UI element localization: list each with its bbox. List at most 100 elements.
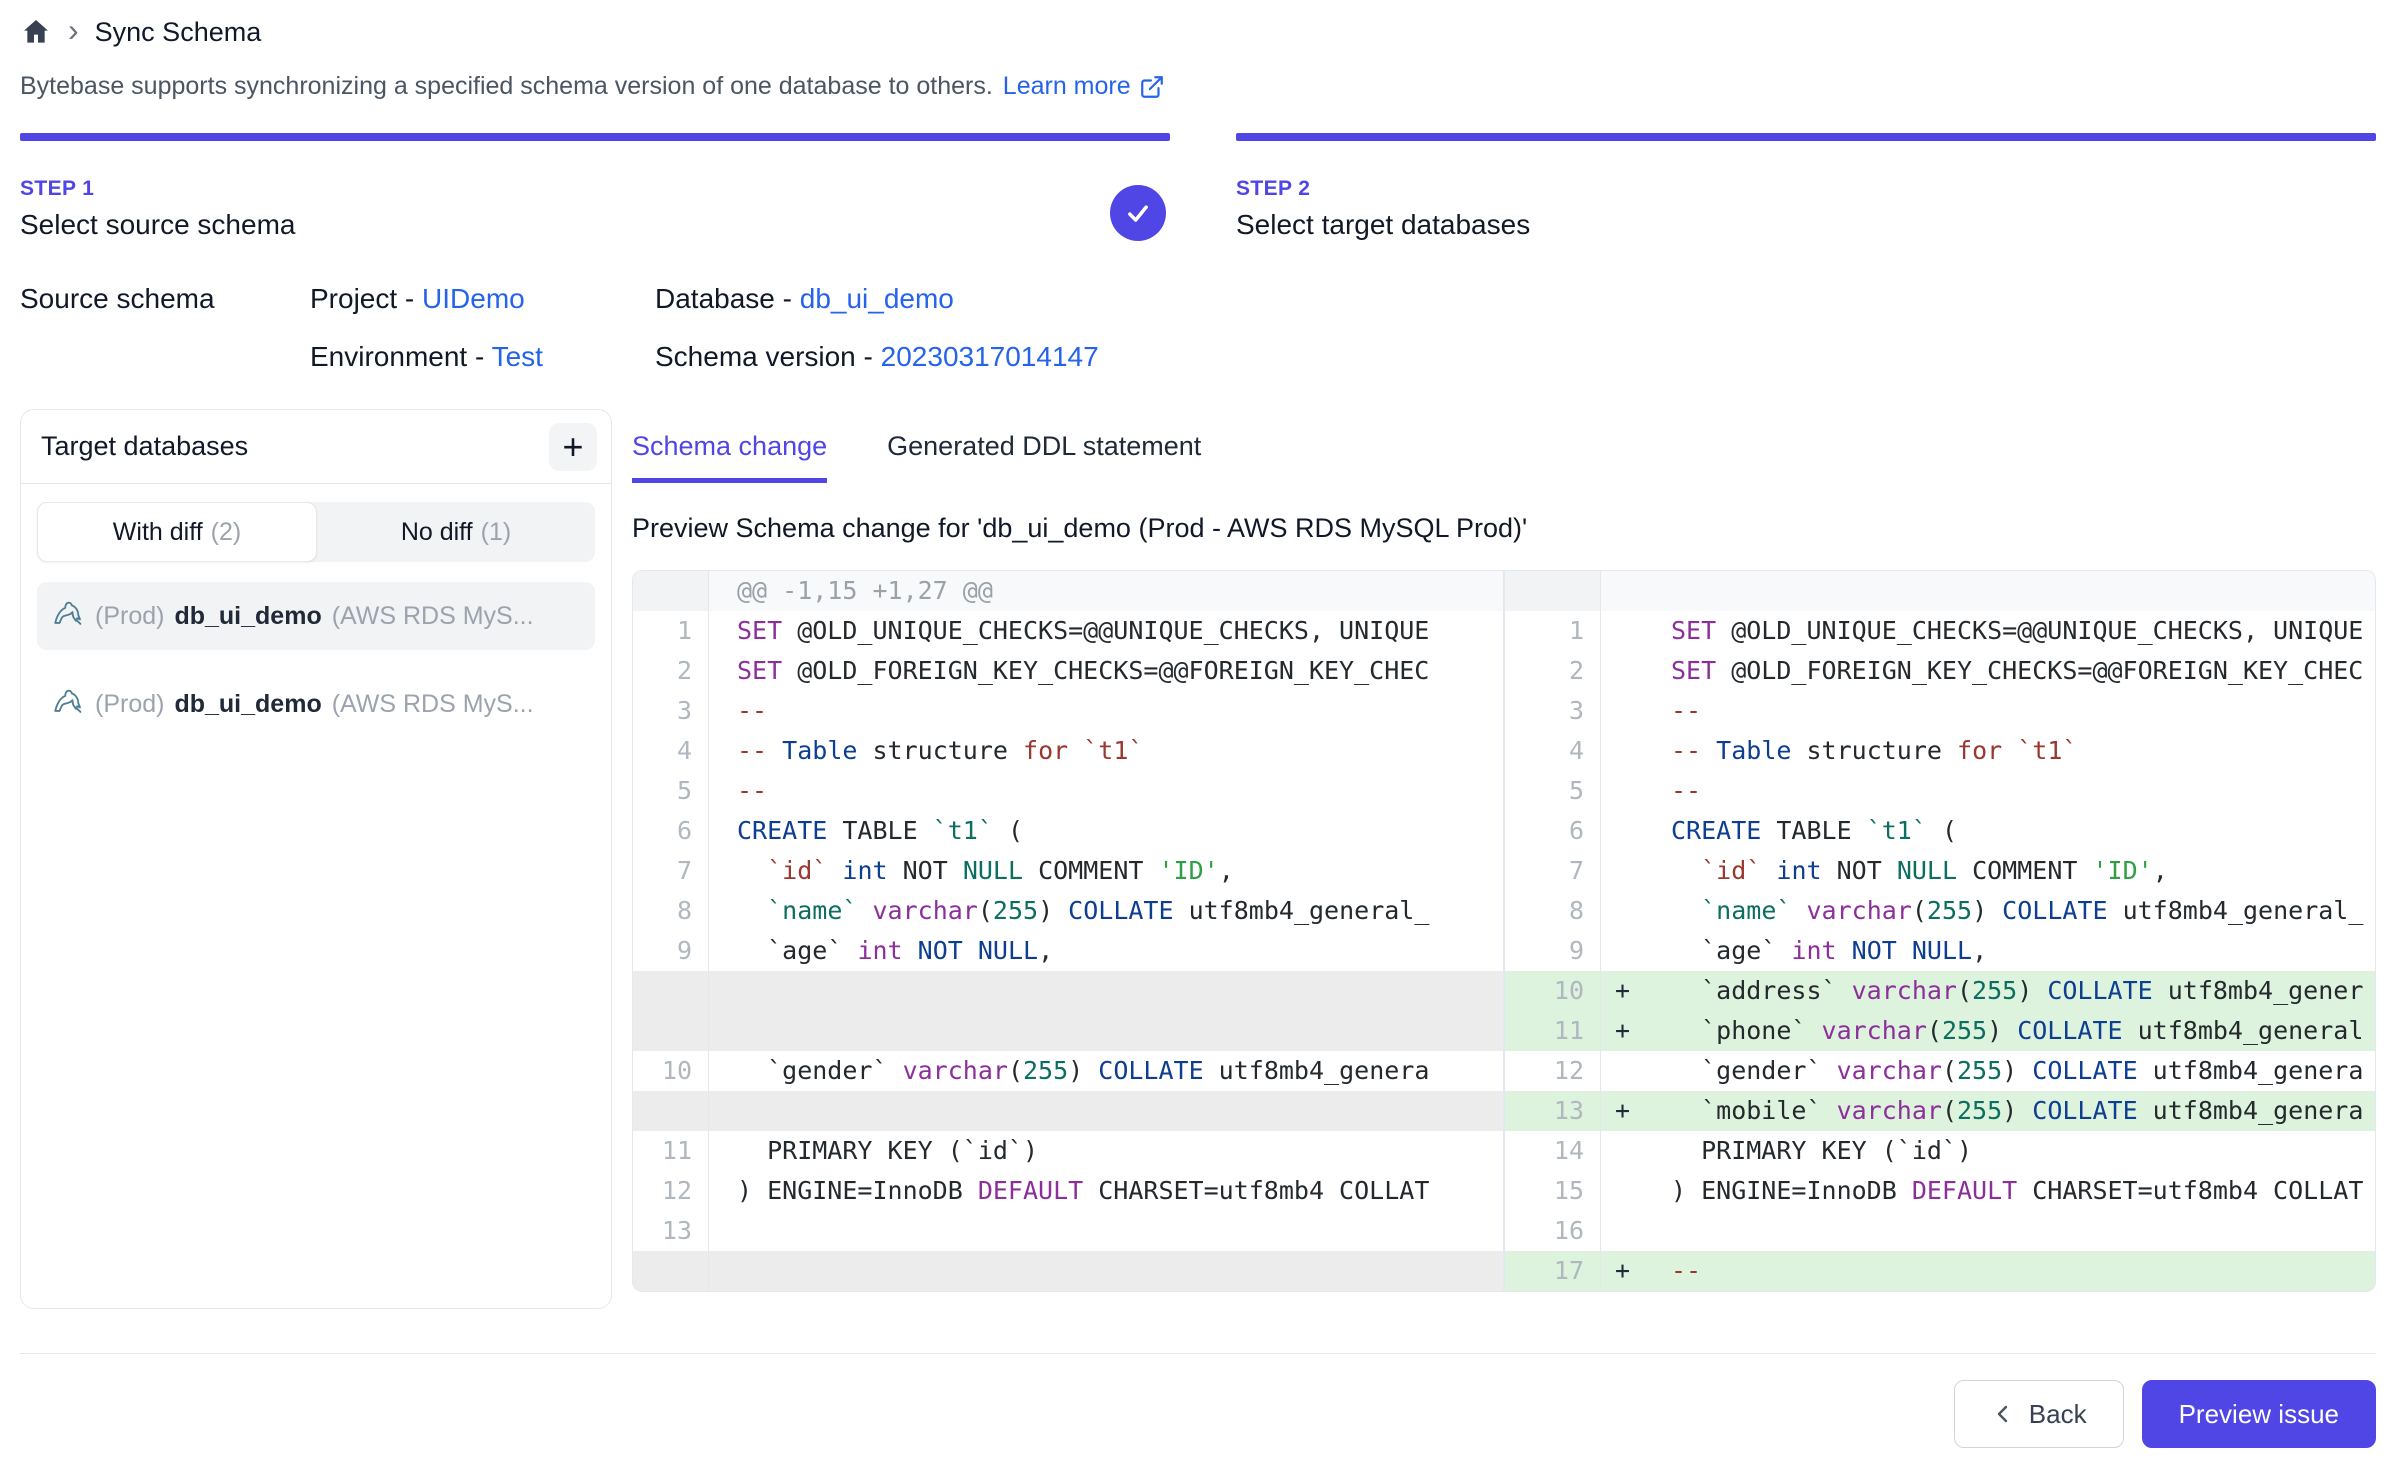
diff-line-number (633, 1251, 709, 1291)
diff-line-code: -- Table structure for `t1` (709, 731, 1503, 771)
diff-line-number: 5 (633, 771, 709, 811)
diff-row: 5-- (1505, 771, 2375, 811)
diff-line-number: 6 (633, 811, 709, 851)
diff-row: 11 PRIMARY KEY (`id`) (633, 1131, 1503, 1171)
diff-line-number: 8 (633, 891, 709, 931)
database-list-item[interactable]: (Prod) db_ui_demo (AWS RDS MyS... (37, 582, 595, 650)
source-project: Project - UIDemo (310, 283, 655, 315)
diff-line-code: + `phone` varchar(255) COLLATE utf8mb4_g… (1601, 1011, 2375, 1051)
step-2-progress-bar (1236, 133, 2376, 141)
diff-line-number: 10 (633, 1051, 709, 1091)
sync-schema-page: › Sync Schema Bytebase supports synchron… (0, 0, 2396, 1480)
chevron-right-icon: › (68, 14, 79, 46)
diff-row: 16 (1505, 1211, 2375, 1251)
diff-add-sign: + (1615, 971, 1671, 1011)
footer-divider (20, 1353, 2376, 1354)
target-databases-title: Target databases (41, 431, 248, 462)
diff-line-code: `id` int NOT NULL COMMENT 'ID', (1601, 851, 2375, 891)
diff-row: 3-- (633, 691, 1503, 731)
step-1: STEP 1 Select source schema Source schem… (20, 133, 1170, 373)
target-databases-body: With diff (2) No diff (1) (Prod) db_ui_d… (21, 484, 611, 756)
diff-line-code: SET @OLD_FOREIGN_KEY_CHECKS=@@FOREIGN_KE… (1601, 651, 2375, 691)
project-link[interactable]: UIDemo (422, 283, 525, 314)
tab-generated-ddl[interactable]: Generated DDL statement (887, 431, 1201, 483)
main-content: Target databases + With diff (2) No diff… (20, 409, 2376, 1309)
external-link-icon (1139, 74, 1165, 100)
diff-line-number: 4 (1505, 731, 1601, 771)
diff-row: 4-- Table structure for `t1` (1505, 731, 2375, 771)
diff-line-number (1505, 571, 1601, 611)
diff-line-code: `gender` varchar(255) COLLATE utf8mb4_ge… (709, 1051, 1503, 1091)
diff-row: 2SET @OLD_FOREIGN_KEY_CHECKS=@@FOREIGN_K… (633, 651, 1503, 691)
diff-row: 17+-- (1505, 1251, 2375, 1291)
diff-line-code: `name` varchar(255) COLLATE utf8mb4_gene… (709, 891, 1503, 931)
target-databases-header: Target databases + (21, 410, 611, 484)
add-target-database-button[interactable]: + (549, 423, 597, 471)
learn-more-link[interactable]: Learn more (1003, 72, 1165, 101)
diff-row: 6CREATE TABLE `t1` ( (1505, 811, 2375, 851)
footer-actions: Back Preview issue (20, 1380, 2376, 1448)
diff-line-number: 3 (1505, 691, 1601, 731)
back-button[interactable]: Back (1954, 1380, 2124, 1448)
diff-line-number (633, 1091, 709, 1131)
tab-with-diff[interactable]: With diff (2) (37, 502, 317, 562)
diff-line-number (633, 571, 709, 611)
home-icon[interactable] (20, 16, 52, 48)
diff-row: 12) ENGINE=InnoDB DEFAULT CHARSET=utf8mb… (633, 1171, 1503, 1211)
diff-line-number: 2 (1505, 651, 1601, 691)
diff-line-code: -- (1601, 691, 2375, 731)
tab-no-diff[interactable]: No diff (1) (317, 502, 595, 562)
diff-line-number: 13 (633, 1211, 709, 1251)
diff-row: 2SET @OLD_FOREIGN_KEY_CHECKS=@@FOREIGN_K… (1505, 651, 2375, 691)
page-description: Bytebase supports synchronizing a specif… (20, 72, 2376, 101)
diff-line-number: 14 (1505, 1131, 1601, 1171)
diff-row: @@ -1,15 +1,27 @@ (633, 571, 1503, 611)
database-list-item[interactable]: (Prod) db_ui_demo (AWS RDS MyS... (37, 670, 595, 738)
diff-row (633, 1011, 1503, 1051)
diff-line-number: 8 (1505, 891, 1601, 931)
diff-filter-tabs: With diff (2) No diff (1) (37, 502, 595, 562)
source-schema-summary: Source schema Project - UIDemo Database … (20, 283, 1170, 373)
diff-line-number (633, 1011, 709, 1051)
diff-row: 8 `name` varchar(255) COLLATE utf8mb4_ge… (633, 891, 1503, 931)
diff-row: 6CREATE TABLE `t1` ( (633, 811, 1503, 851)
diff-add-sign: + (1615, 1251, 1671, 1291)
diff-line-code: `gender` varchar(255) COLLATE utf8mb4_ge… (1601, 1051, 2375, 1091)
diff-line-code: +-- (1601, 1251, 2375, 1291)
diff-row (633, 971, 1503, 1011)
diff-row: 1SET @OLD_UNIQUE_CHECKS=@@UNIQUE_CHECKS,… (1505, 611, 2375, 651)
database-environment: (Prod) (95, 690, 164, 719)
tab-schema-change[interactable]: Schema change (632, 431, 827, 483)
preview-issue-button[interactable]: Preview issue (2142, 1380, 2376, 1448)
no-diff-count: (1) (481, 518, 512, 547)
diff-line-number: 1 (633, 611, 709, 651)
diff-line-number: 12 (1505, 1051, 1601, 1091)
diff-line-number: 9 (1505, 931, 1601, 971)
diff-line-number: 5 (1505, 771, 1601, 811)
step-complete-icon (1110, 185, 1166, 241)
diff-line-number: 11 (633, 1131, 709, 1171)
diff-add-sign: + (1615, 1011, 1671, 1051)
diff-row: 9 `age` int NOT NULL, (1505, 931, 2375, 971)
diff-line-number: 7 (1505, 851, 1601, 891)
database-name: db_ui_demo (174, 690, 321, 719)
diff-row: 15) ENGINE=InnoDB DEFAULT CHARSET=utf8mb… (1505, 1171, 2375, 1211)
schema-version-link[interactable]: 20230317014147 (881, 341, 1099, 372)
diff-line-number: 12 (633, 1171, 709, 1211)
step-1-label: STEP 1 (20, 177, 1170, 201)
chevron-left-icon (1991, 1402, 2015, 1426)
diff-row: 13+ `mobile` varchar(255) COLLATE utf8mb… (1505, 1091, 2375, 1131)
diff-line-number: 7 (633, 851, 709, 891)
environment-link[interactable]: Test (492, 341, 543, 372)
diff-row: 9 `age` int NOT NULL, (633, 931, 1503, 971)
diff-row: 8 `name` varchar(255) COLLATE utf8mb4_ge… (1505, 891, 2375, 931)
database-instance: (AWS RDS MyS... (332, 602, 534, 631)
mysql-icon (51, 596, 85, 637)
diff-line-code: -- (1601, 771, 2375, 811)
diff-row: 12 `gender` varchar(255) COLLATE utf8mb4… (1505, 1051, 2375, 1091)
diff-line-code: `id` int NOT NULL COMMENT 'ID', (709, 851, 1503, 891)
database-link[interactable]: db_ui_demo (800, 283, 954, 314)
diff-line-number: 15 (1505, 1171, 1601, 1211)
diff-line-code: CREATE TABLE `t1` ( (709, 811, 1503, 851)
preview-tabs: Schema change Generated DDL statement (632, 431, 2376, 483)
